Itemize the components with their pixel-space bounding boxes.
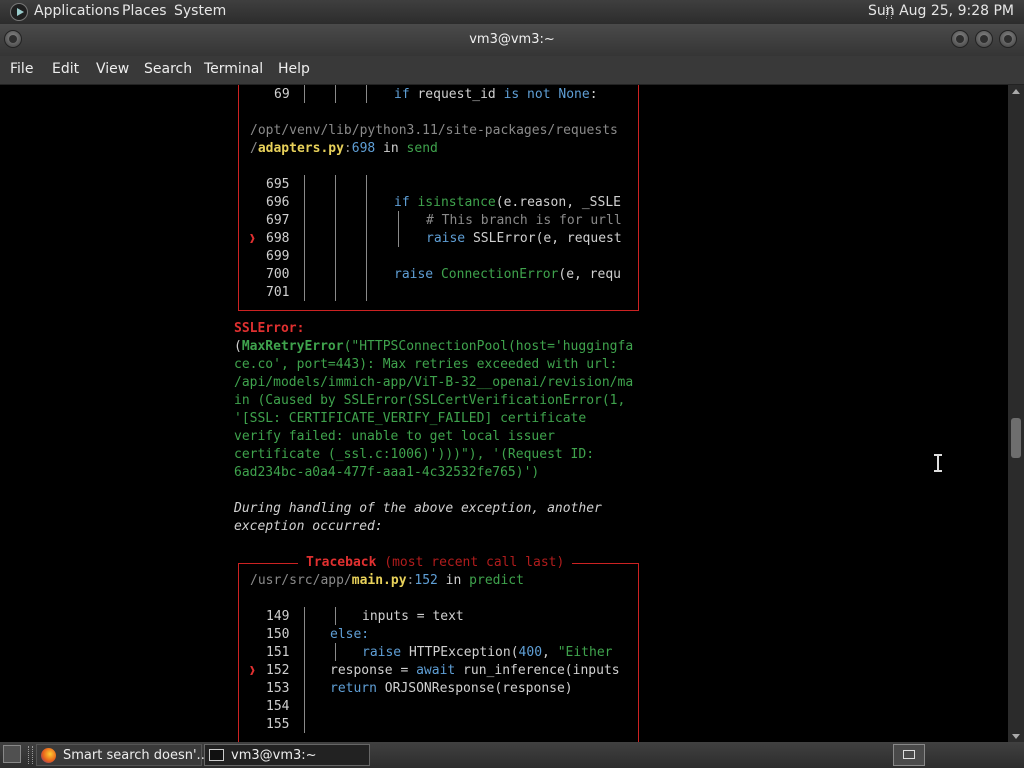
traceback-title: Traceback (most recent call last) — [298, 554, 573, 572]
line-number: 695 — [266, 177, 290, 192]
error-line: certificate (_ssl.c:1006)')))"), '(Reque… — [234, 447, 595, 462]
line-number: 154 — [266, 699, 290, 714]
minimize-button[interactable] — [951, 30, 969, 48]
task-label: vm3@vm3:~ — [231, 748, 317, 763]
indent-guide — [335, 85, 336, 103]
scroll-up-icon[interactable] — [1012, 89, 1020, 94]
window-title: vm3@vm3:~ — [469, 32, 555, 47]
menu-search[interactable]: Search — [144, 61, 192, 77]
error-line: in (Caused by SSLError(SSLCertVerificati… — [234, 393, 626, 408]
indent-guide — [304, 85, 305, 103]
code-line: else: — [330, 627, 370, 642]
bottom-taskbar: Smart search doesn'... vm3@vm3:~ — [0, 742, 1024, 768]
error-line: 6ad234bc-a0a4-477f-aaa1-4c32532fe765)') — [234, 465, 540, 480]
line-number: 700 — [266, 267, 290, 282]
window-titlebar[interactable]: vm3@vm3:~ — [0, 24, 1024, 56]
error-line: /api/models/immich-app/ViT-B-32__openai/… — [234, 375, 634, 390]
error-line: verify failed: unable to get local issue… — [234, 429, 555, 444]
scrollbar-thumb[interactable] — [1011, 418, 1021, 458]
line-number: 697 — [266, 213, 290, 228]
error-line: '[SSL: CERTIFICATE_VERIFY_FAILED] certif… — [234, 411, 587, 426]
code-line: 69 — [274, 87, 290, 102]
menu-view[interactable]: View — [96, 61, 129, 77]
line-number: 699 — [266, 249, 290, 264]
code-comment: # This branch is for urll — [426, 213, 622, 228]
code-line: response = await run_inference(inputs — [330, 663, 620, 678]
line-number: 155 — [266, 717, 290, 732]
error-name: SSLError: — [234, 321, 305, 336]
error-line: (MaxRetryError("HTTPSConnectionPool(host… — [234, 339, 634, 354]
clock[interactable]: Sun Aug 25, 9:28 PM — [868, 3, 1014, 19]
exception-context-text: exception occurred: — [234, 519, 383, 534]
workspace-switcher[interactable] — [893, 744, 925, 766]
frame-location: /usr/src/app/main.py:152 in predict — [250, 573, 524, 588]
terminal-icon — [209, 749, 224, 761]
code-line: if isinstance(e.reason, _SSLE — [394, 195, 621, 210]
show-desktop-icon[interactable] — [3, 745, 21, 763]
task-firefox[interactable]: Smart search doesn'... — [36, 744, 209, 766]
frame-location: /adapters.py:698 in send — [250, 141, 438, 156]
frame-path: /opt/venv/lib/python3.11/site-packages/r… — [250, 123, 618, 138]
line-number: 696 — [266, 195, 290, 210]
menubar: File Edit View Search Terminal Help — [0, 56, 1024, 85]
indent-guide — [366, 85, 367, 103]
maximize-button[interactable] — [975, 30, 993, 48]
code-line: inputs = text — [362, 609, 464, 624]
scroll-down-icon[interactable] — [1012, 734, 1020, 739]
indent-guide — [304, 607, 305, 733]
places-menu[interactable]: Places — [122, 3, 167, 19]
taskbar-grip-icon — [28, 746, 33, 764]
code-line: return ORJSONResponse(response) — [330, 681, 573, 696]
indent-guide — [398, 211, 399, 247]
exception-context-text: During handling of the above exception, … — [234, 501, 602, 516]
error-line: ce.co', port=443): Max retries exceeded … — [234, 357, 618, 372]
top-panel: Applications Places System Sun Aug 25, 9… — [0, 0, 1024, 24]
code-line: raise SSLError(e, request — [426, 231, 622, 246]
menu-help[interactable]: Help — [278, 61, 310, 77]
line-number: 701 — [266, 285, 290, 300]
line-number: 152 — [266, 663, 290, 678]
task-terminal[interactable]: vm3@vm3:~ — [204, 744, 370, 766]
indent-guide — [335, 607, 336, 625]
firefox-icon — [41, 748, 56, 763]
text-cursor-icon — [934, 454, 942, 472]
line-number: 150 — [266, 627, 290, 642]
close-button[interactable] — [999, 30, 1017, 48]
task-label: Smart search doesn'... — [63, 748, 209, 763]
menu-edit[interactable]: Edit — [52, 61, 79, 77]
code-line: raise HTTPException(400, "Either — [362, 645, 613, 660]
menu-file[interactable]: File — [10, 61, 33, 77]
code-line: raise ConnectionError(e, requ — [394, 267, 621, 282]
indent-guide — [335, 175, 336, 301]
line-number: 151 — [266, 645, 290, 660]
indent-guide — [335, 643, 336, 661]
indent-guide — [366, 175, 367, 301]
distro-logo-icon[interactable] — [10, 3, 28, 21]
system-menu[interactable]: System — [174, 3, 226, 19]
line-number: 149 — [266, 609, 290, 624]
current-line-marker-icon: ❱ — [249, 664, 256, 677]
code-line: if request_id is not None: — [394, 87, 598, 102]
line-number: 698 — [266, 231, 290, 246]
indent-guide — [304, 175, 305, 301]
menu-terminal[interactable]: Terminal — [204, 61, 263, 77]
line-number: 153 — [266, 681, 290, 696]
applications-menu[interactable]: Applications — [34, 3, 120, 19]
current-line-marker-icon: ❱ — [249, 232, 256, 245]
terminal-output[interactable]: 69 if request_id is not None: /opt/venv/… — [0, 85, 1008, 742]
terminal-scrollbar[interactable] — [1008, 85, 1024, 742]
